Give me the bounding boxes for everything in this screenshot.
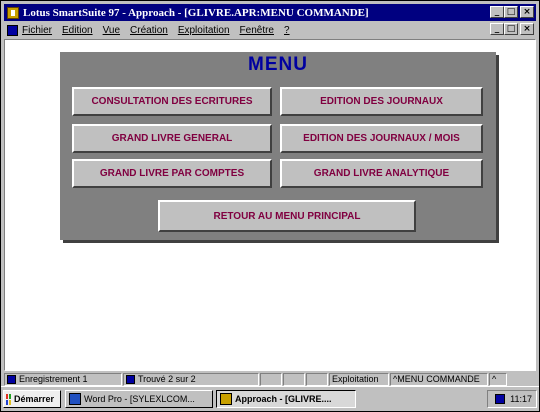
tray-icon[interactable] <box>495 394 506 404</box>
grand-livre-comptes-button[interactable]: GRAND LIVRE PAR COMPTES <box>72 159 272 188</box>
mode-label: Exploitation <box>332 374 379 384</box>
menu-exploitation[interactable]: Exploitation <box>178 25 230 36</box>
status-empty-2 <box>283 372 305 386</box>
status-view[interactable]: ^MENU COMMANDE <box>390 372 488 386</box>
window-controls: _ □ × <box>490 6 534 18</box>
doc-restore-button[interactable]: □ <box>504 23 518 35</box>
edition-journaux-button[interactable]: EDITION DES JOURNAUX <box>280 87 483 116</box>
wordpro-icon <box>69 393 81 405</box>
menu-edition[interactable]: Edition <box>62 25 93 36</box>
document-icon[interactable] <box>7 24 18 36</box>
taskbar-item-approach[interactable]: Approach - [GLIVRE.... <box>216 390 356 408</box>
start-label: Démarrer <box>13 394 54 404</box>
taskbar-item-label: Approach - [GLIVRE.... <box>235 394 332 404</box>
status-mode[interactable]: Exploitation <box>329 372 389 386</box>
taskbar: Démarrer Word Pro - [SYLEXLCOM... Approa… <box>1 386 539 411</box>
doc-minimize-button[interactable]: _ <box>490 23 504 35</box>
edition-journaux-mois-button[interactable]: EDITION DES JOURNAUX / MOIS <box>280 124 483 153</box>
menu-help[interactable]: ? <box>284 25 290 36</box>
title-bar[interactable]: Lotus SmartSuite 97 - Approach - [GLIVRE… <box>4 4 536 21</box>
find-icon <box>126 374 135 384</box>
menu-vue[interactable]: Vue <box>103 25 120 36</box>
application-window: Lotus SmartSuite 97 - Approach - [GLIVRE… <box>0 0 540 412</box>
menu-fenetre[interactable]: Fenêtre <box>240 25 274 36</box>
clock: 11:17 <box>510 394 532 404</box>
menu-title: MENU <box>248 54 308 75</box>
view-label: ^MENU COMMANDE <box>393 374 480 384</box>
minimize-button[interactable]: _ <box>490 6 504 18</box>
menu-creation[interactable]: Création <box>130 25 168 36</box>
taskbar-item-wordpro[interactable]: Word Pro - [SYLEXLCOM... <box>65 390 213 408</box>
doc-close-button[interactable]: × <box>520 23 534 35</box>
taskbar-item-label: Word Pro - [SYLEXLCOM... <box>84 394 195 404</box>
grand-livre-general-button[interactable]: GRAND LIVRE GENERAL <box>72 124 272 153</box>
grand-livre-analytique-button[interactable]: GRAND LIVRE ANALYTIQUE <box>280 159 483 188</box>
record-label: Enregistrement 1 <box>19 374 88 384</box>
status-bar: Enregistrement 1 Trouvé 2 sur 2 Exploita… <box>4 372 536 386</box>
status-empty-3 <box>306 372 328 386</box>
record-navigation-icon <box>7 374 16 384</box>
menu-bar: Fichier Edition Vue Création Exploitatio… <box>4 22 536 38</box>
found-label: Trouvé 2 sur 2 <box>138 374 196 384</box>
approach-icon <box>220 393 232 405</box>
start-button[interactable]: Démarrer <box>3 390 61 408</box>
retour-menu-principal-button[interactable]: RETOUR AU MENU PRINCIPAL <box>158 200 416 232</box>
form-workspace: MENU CONSULTATION DES ECRITURES EDITION … <box>4 39 536 371</box>
menu-panel: MENU CONSULTATION DES ECRITURES EDITION … <box>60 52 496 240</box>
status-caret: ^ <box>492 374 497 384</box>
restore-button[interactable]: □ <box>504 6 518 18</box>
lotus-app-icon[interactable] <box>7 6 19 19</box>
document-window-controls: _ □ × <box>490 23 534 35</box>
consultation-ecritures-button[interactable]: CONSULTATION DES ECRITURES <box>72 87 272 116</box>
windows-logo-icon <box>6 393 11 405</box>
system-tray: 11:17 <box>487 390 537 408</box>
status-found[interactable]: Trouvé 2 sur 2 <box>123 372 259 386</box>
status-extra: ^ <box>489 372 507 386</box>
status-empty-1 <box>260 372 282 386</box>
menu-fichier[interactable]: Fichier <box>22 25 52 36</box>
window-title: Lotus SmartSuite 97 - Approach - [GLIVRE… <box>23 6 369 19</box>
close-button[interactable]: × <box>520 6 534 18</box>
status-record[interactable]: Enregistrement 1 <box>4 372 122 386</box>
